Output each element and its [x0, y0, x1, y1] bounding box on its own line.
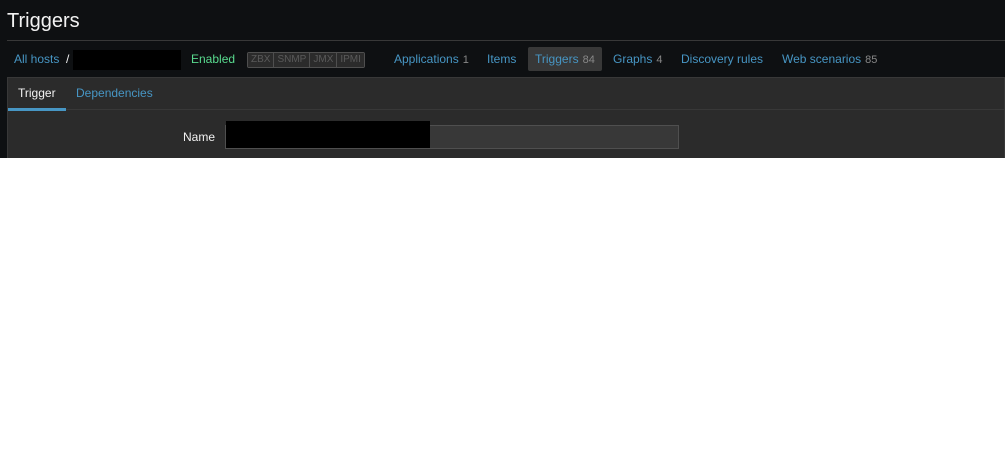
nav-applications[interactable]: Applications 1: [394, 47, 469, 71]
nav-graphs[interactable]: Graphs 4: [613, 47, 662, 71]
availability-indicators: ZBX SNMP JMX IPMI: [247, 52, 365, 68]
nav-items-label: Items: [487, 52, 517, 66]
nav-web-scenarios-count: 85: [865, 54, 878, 66]
form-tabs: Trigger Dependencies: [8, 78, 1004, 111]
tab-trigger[interactable]: Trigger: [8, 78, 66, 111]
nav-discovery-rules-label: Discovery rules: [681, 52, 764, 66]
availability-snmp: SNMP: [274, 53, 311, 67]
nav-triggers-label: Triggers: [535, 52, 579, 66]
nav-items[interactable]: Items: [487, 47, 516, 71]
nav-triggers[interactable]: Triggers 84: [528, 47, 602, 71]
availability-zbx: ZBX: [248, 53, 275, 67]
nav-web-scenarios-label: Web scenarios: [782, 52, 862, 66]
nav-web-scenarios[interactable]: Web scenarios 85: [782, 47, 877, 71]
name-value-redacted: [226, 121, 430, 148]
nav-graphs-label: Graphs: [613, 52, 653, 66]
nav-applications-count: 1: [462, 54, 469, 66]
nav-discovery-rules[interactable]: Discovery rules: [681, 47, 763, 71]
availability-ipmi: IPMI: [337, 53, 364, 67]
nav-triggers-count: 84: [582, 54, 595, 66]
nav-applications-label: Applications: [394, 52, 459, 66]
page-title: Triggers: [7, 10, 80, 32]
host-name-redacted[interactable]: [73, 50, 181, 70]
availability-jmx: JMX: [310, 53, 338, 67]
breadcrumb-separator: /: [66, 52, 70, 66]
name-label: Name: [183, 130, 216, 144]
all-hosts-link[interactable]: All hosts: [14, 47, 59, 71]
trigger-form: Trigger Dependencies Name: [7, 77, 1005, 158]
host-status-enabled[interactable]: Enabled: [191, 47, 235, 71]
title-divider: [7, 40, 1005, 41]
nav-graphs-count: 4: [656, 54, 663, 66]
host-navigation: All hosts / Enabled ZBX SNMP JMX IPMI Ap…: [0, 47, 1005, 73]
tab-dependencies[interactable]: Dependencies: [66, 78, 163, 110]
